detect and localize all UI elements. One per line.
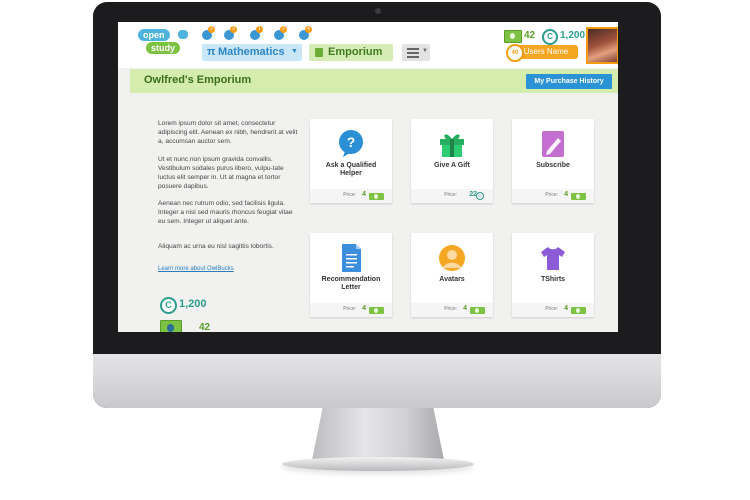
owlbucks-icon: [369, 193, 384, 200]
list-icon: [407, 48, 419, 50]
price-value: 4: [362, 191, 366, 198]
item-price-bar: Price: 4: [310, 303, 392, 317]
item-price-bar: Price: 4: [512, 303, 594, 317]
monitor-base: [282, 457, 474, 471]
emporium-tab[interactable]: Emporium: [309, 44, 393, 61]
user-avatar[interactable]: [586, 27, 618, 64]
notification-badge: 2: [280, 26, 287, 33]
gift-icon: [440, 134, 464, 157]
notification-icon[interactable]: 1: [250, 26, 263, 40]
price-value: 4: [564, 305, 568, 312]
top-header: open study 2 3 1 2 4 π Mathematics ▼ Emp…: [118, 22, 618, 68]
item-card-ask-helper[interactable]: ? Ask a Qualified Helper Price: 4: [310, 119, 392, 203]
owlbucks-icon-inner: [475, 308, 479, 313]
intro-paragraph: Aliquam ac urna eu nisl sagittis loborti…: [158, 243, 274, 250]
coin-icon: C: [160, 297, 177, 314]
pi-icon: π: [207, 46, 216, 58]
notification-badge: 2: [208, 26, 215, 33]
owl-mascot-icon: [178, 30, 188, 39]
item-price-bar: Price: 4: [512, 189, 594, 203]
notification-icon[interactable]: 2: [202, 26, 215, 40]
price-label: Price:: [545, 306, 558, 312]
page-title: Owlfred's Emporium: [144, 74, 252, 86]
owlbucks-icon-inner: [576, 308, 580, 313]
notification-icon[interactable]: 4: [299, 26, 312, 40]
subject-label: Mathematics: [218, 46, 285, 58]
list-icon: [407, 56, 419, 58]
notification-badge: 4: [305, 26, 312, 33]
notification-icon[interactable]: 3: [224, 26, 237, 40]
price-value: 4: [564, 191, 568, 198]
tshirt-icon: [541, 247, 565, 270]
price-label: Price:: [444, 306, 457, 312]
learn-more-link[interactable]: Learn more about OwlBucks: [158, 266, 234, 272]
logo-study-text: study: [146, 42, 181, 54]
notification-icon[interactable]: 2: [274, 26, 287, 40]
item-card-tshirts[interactable]: TShirts Price: 4: [512, 233, 594, 317]
item-name: TShirts: [540, 276, 566, 283]
person-avatar-icon: [439, 245, 465, 271]
app-screen: open study 2 3 1 2 4 π Mathematics ▼ Emp…: [118, 22, 618, 332]
price-label: Price:: [343, 192, 356, 198]
owlbucks-icon: [571, 307, 586, 314]
subject-dropdown[interactable]: π Mathematics ▼: [202, 44, 302, 61]
owlbucks-icon-inner: [167, 324, 174, 332]
item-card-give-gift[interactable]: Give A Gift Price: 22 C: [411, 119, 493, 203]
item-card-recommendation-letter[interactable]: Recommendation Letter Price: 4: [310, 233, 392, 317]
owlbucks-icon-inner: [374, 194, 378, 199]
price-label: Price:: [444, 192, 457, 198]
owlbucks-balance: 42: [199, 322, 211, 332]
price-value: 4: [362, 305, 366, 312]
logo-open-text: open: [138, 29, 170, 41]
item-card-avatars[interactable]: Avatars Price: 4: [411, 233, 493, 317]
monitor-stand: [312, 408, 444, 460]
chevron-down-icon: ▼: [291, 48, 298, 55]
item-card-subscribe[interactable]: Subscribe Price: 4: [512, 119, 594, 203]
camera-dot: [375, 8, 381, 14]
owlbucks-icon-inner: [576, 194, 580, 199]
notification-badge: 1: [256, 26, 263, 33]
svg-text:?: ?: [347, 134, 356, 150]
list-icon: [407, 52, 419, 54]
emporium-label: Emporium: [328, 46, 383, 58]
emporium-title-bar: Owlfred's Emporium My Purchase History: [130, 69, 618, 93]
item-price-bar: Price: 4: [411, 303, 493, 317]
owlbucks-icon: [160, 320, 182, 332]
intro-paragraph: Lorem ipsum dolor sit amet, consectetur …: [158, 120, 298, 145]
coin-balance: 1,200: [179, 298, 207, 310]
price-value: 4: [463, 305, 467, 312]
intro-paragraph: Aenean nec rutrum odio, sed facilisis li…: [158, 200, 293, 225]
chevron-down-icon: ▼: [422, 48, 428, 54]
item-name: Avatars: [439, 276, 465, 283]
owlbucks-icon: [470, 307, 485, 314]
item-name: Ask a Qualified Helper: [325, 162, 377, 177]
owlbucks-icon: [571, 193, 586, 200]
owlbucks-icon: [369, 307, 384, 314]
item-name: Subscribe: [536, 162, 570, 169]
document-icon: [342, 244, 361, 272]
owlbucks-icon: [504, 30, 522, 43]
shopping-bag-icon: [315, 48, 323, 57]
question-bubble-icon: ?: [339, 130, 363, 157]
coin-icon: C: [476, 192, 484, 200]
item-name: Give A Gift: [434, 162, 470, 169]
item-price-bar: Price: 4: [310, 189, 392, 203]
purchase-history-button[interactable]: My Purchase History: [526, 74, 612, 89]
coin-count: 1,200: [560, 30, 586, 41]
monitor-chin: [93, 354, 661, 408]
intro-paragraph: Ut et nunc non ipsum gravida convallis. …: [158, 156, 284, 190]
owlbucks-icon-inner: [510, 33, 515, 39]
item-price-bar: Price: 22 C: [411, 189, 493, 203]
price-label: Price:: [545, 192, 558, 198]
notification-badge: 3: [230, 26, 237, 33]
list-menu-button[interactable]: ▼: [402, 44, 430, 61]
item-name: Recommendation Letter: [321, 276, 381, 291]
owlbucks-count: 42: [524, 30, 536, 41]
price-label: Price:: [343, 306, 356, 312]
pencil-card-icon: [542, 131, 564, 157]
openstudy-logo[interactable]: open study: [138, 29, 181, 59]
user-level-badge: 40: [506, 44, 524, 62]
owlbucks-icon-inner: [374, 308, 378, 313]
coin-icon: C: [542, 29, 558, 45]
